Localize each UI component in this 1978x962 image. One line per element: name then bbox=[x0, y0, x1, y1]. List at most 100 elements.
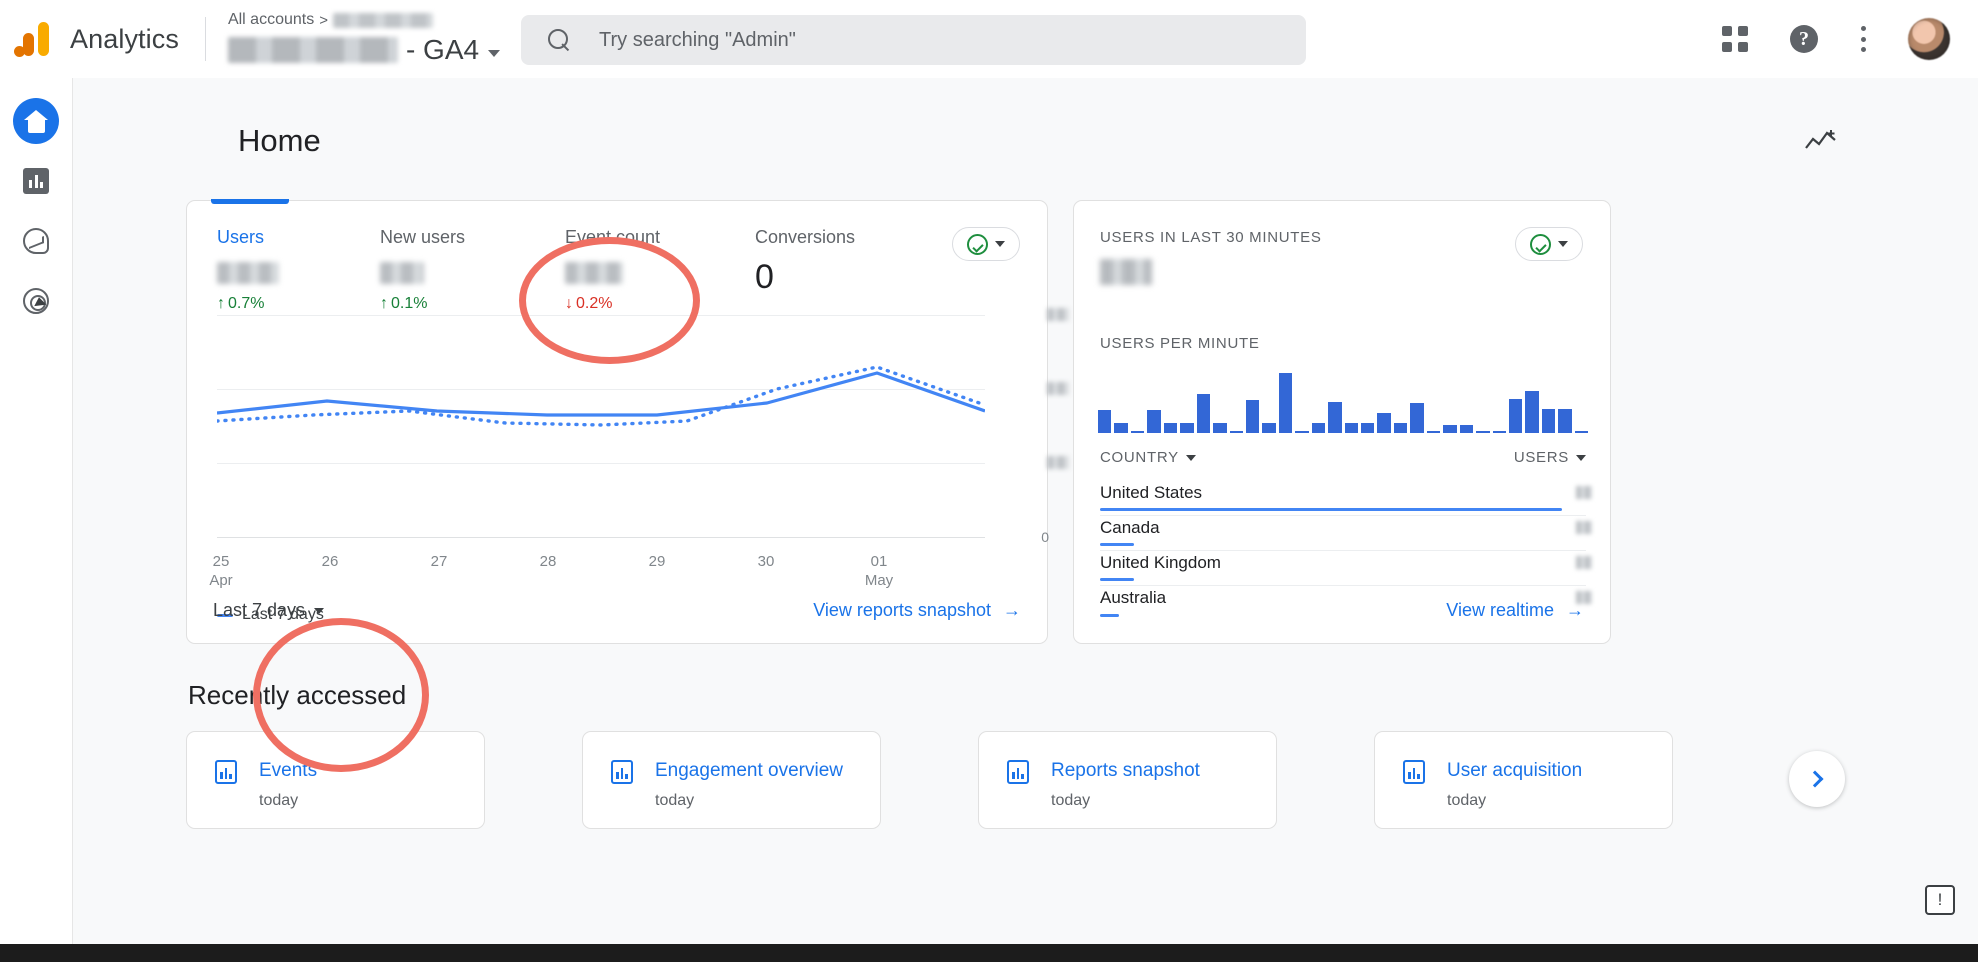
recent-card-subtitle: today bbox=[655, 792, 694, 810]
sparkline-bar bbox=[1542, 409, 1555, 433]
advertising-target-icon bbox=[23, 288, 49, 314]
chevron-down-icon bbox=[1186, 455, 1196, 461]
search-icon bbox=[548, 29, 571, 52]
y-tick-redacted bbox=[1047, 308, 1069, 321]
analytics-home-page: Analytics All accounts > - GA4 Try searc… bbox=[0, 0, 1978, 962]
realtime-card: USERS IN LAST 30 MINUTES USERS PER MINUT… bbox=[1073, 200, 1611, 644]
breadcrumb[interactable]: All accounts > bbox=[228, 9, 508, 31]
country-bar bbox=[1100, 578, 1134, 581]
recent-card-user-acquisition[interactable]: User acquisition today bbox=[1374, 731, 1673, 829]
sparkline-bar bbox=[1509, 399, 1522, 433]
sidebar-item-advertising[interactable] bbox=[13, 278, 59, 324]
insights-sparkline-icon[interactable] bbox=[1804, 128, 1838, 154]
country-value-redacted bbox=[1576, 521, 1592, 534]
x-tick: 27 bbox=[431, 553, 448, 570]
country-name: Australia bbox=[1100, 588, 1166, 608]
tab-label: Conversions bbox=[755, 227, 855, 248]
sparkline-bar bbox=[1493, 431, 1506, 433]
analytics-logo-icon[interactable] bbox=[14, 18, 56, 60]
sparkline-bar bbox=[1164, 423, 1177, 433]
home-icon bbox=[24, 110, 49, 133]
annotation-event-count-circle bbox=[519, 237, 700, 364]
date-range-selector[interactable]: Last 7 days bbox=[213, 600, 324, 621]
sparkline-bar bbox=[1525, 391, 1538, 433]
x-tick: 26 bbox=[322, 553, 339, 570]
y-tick-redacted bbox=[1047, 456, 1069, 469]
sparkline-bar bbox=[1131, 431, 1144, 433]
sparkline-bar bbox=[1443, 425, 1456, 433]
sidebar-item-explore[interactable] bbox=[13, 218, 59, 264]
link-label: View reports snapshot bbox=[813, 600, 991, 621]
country-value-redacted bbox=[1576, 556, 1592, 569]
realtime-value-redacted bbox=[1100, 259, 1152, 285]
check-circle-icon bbox=[1530, 234, 1551, 255]
chevron-down-icon bbox=[1558, 241, 1568, 247]
tab-label: Users bbox=[217, 227, 279, 248]
chevron-right-icon bbox=[1807, 771, 1824, 788]
tab-users[interactable]: Users ↑ 0.7% bbox=[217, 227, 279, 313]
sparkline-bar bbox=[1246, 400, 1259, 433]
x-axis-labels: 25Apr 26 27 28 29 30 01May bbox=[217, 553, 1017, 593]
sparkline-bar bbox=[1230, 431, 1243, 433]
country-bar bbox=[1100, 543, 1134, 546]
main-content: Home Users ↑ 0.7% New users bbox=[73, 78, 1978, 944]
table-row[interactable]: United States bbox=[1100, 481, 1586, 516]
sparkline-bar bbox=[1410, 403, 1423, 433]
users-per-minute-chart bbox=[1098, 371, 1588, 433]
y-tick-zero: 0 bbox=[1041, 529, 1049, 545]
bar-chart-icon bbox=[215, 760, 237, 784]
help-circle-icon[interactable]: ? bbox=[1790, 25, 1818, 53]
sparkline-bar bbox=[1098, 410, 1111, 433]
avatar[interactable] bbox=[1908, 18, 1950, 60]
breadcrumb-separator: > bbox=[319, 12, 328, 29]
account-property-selector[interactable]: All accounts > - GA4 bbox=[228, 9, 508, 69]
sidebar-item-home[interactable] bbox=[13, 98, 59, 144]
property-name-redacted bbox=[228, 37, 398, 63]
recent-card-subtitle: today bbox=[1447, 792, 1486, 810]
table-row[interactable]: Canada bbox=[1100, 516, 1586, 551]
view-reports-snapshot-link[interactable]: View reports snapshot → bbox=[813, 600, 1021, 621]
sidebar-item-reports[interactable] bbox=[13, 158, 59, 204]
search-input[interactable]: Try searching "Admin" bbox=[521, 15, 1306, 65]
sparkline-bar bbox=[1279, 373, 1292, 433]
sparkline-bar bbox=[1312, 423, 1325, 433]
property-selector-row[interactable]: - GA4 bbox=[228, 31, 508, 69]
recent-card-title: Reports snapshot bbox=[1051, 760, 1200, 782]
sparkline-bar bbox=[1114, 423, 1127, 433]
column-header-country[interactable]: COUNTRY bbox=[1100, 449, 1196, 466]
recent-card-engagement-overview[interactable]: Engagement overview today bbox=[582, 731, 881, 829]
country-name: Canada bbox=[1100, 518, 1160, 538]
country-table-header: COUNTRY USERS bbox=[1100, 449, 1586, 466]
active-tab-indicator bbox=[211, 199, 289, 204]
x-tick: 28 bbox=[540, 553, 557, 570]
header-actions: ? bbox=[1722, 0, 1950, 78]
apps-grid-icon[interactable] bbox=[1722, 26, 1748, 52]
more-vertical-icon[interactable] bbox=[1860, 26, 1866, 52]
column-header-users[interactable]: USERS bbox=[1514, 449, 1586, 466]
sparkline-bar bbox=[1180, 423, 1193, 433]
date-range-label: Last 7 days bbox=[213, 600, 305, 621]
table-row[interactable]: United Kingdom bbox=[1100, 551, 1586, 586]
recently-accessed-next-button[interactable] bbox=[1789, 751, 1845, 807]
annotation-date-range-circle bbox=[253, 618, 429, 772]
data-quality-selector[interactable] bbox=[952, 227, 1020, 261]
arrow-right-icon: → bbox=[1003, 600, 1021, 621]
view-realtime-link[interactable]: View realtime → bbox=[1446, 600, 1584, 621]
bar-chart-icon bbox=[23, 168, 49, 194]
recent-card-reports-snapshot[interactable]: Reports snapshot today bbox=[978, 731, 1277, 829]
chevron-down-icon[interactable] bbox=[488, 50, 500, 57]
recent-card-subtitle: today bbox=[1051, 792, 1090, 810]
realtime-data-quality-selector[interactable] bbox=[1515, 227, 1583, 261]
sparkline-bar bbox=[1328, 402, 1341, 433]
tab-new-users[interactable]: New users ↑ 0.1% bbox=[380, 227, 465, 313]
realtime-title: USERS IN LAST 30 MINUTES bbox=[1100, 229, 1322, 246]
tab-conversions[interactable]: Conversions 0 bbox=[755, 227, 855, 294]
x-tick: 25Apr bbox=[209, 553, 232, 589]
sparkline-bar bbox=[1295, 431, 1308, 433]
breadcrumb-all-accounts[interactable]: All accounts bbox=[228, 11, 314, 29]
feedback-icon[interactable]: ! bbox=[1925, 885, 1955, 915]
chevron-down-icon bbox=[995, 241, 1005, 247]
check-circle-icon bbox=[967, 234, 988, 255]
link-label: View realtime bbox=[1446, 600, 1554, 621]
page-title: Home bbox=[238, 123, 321, 159]
